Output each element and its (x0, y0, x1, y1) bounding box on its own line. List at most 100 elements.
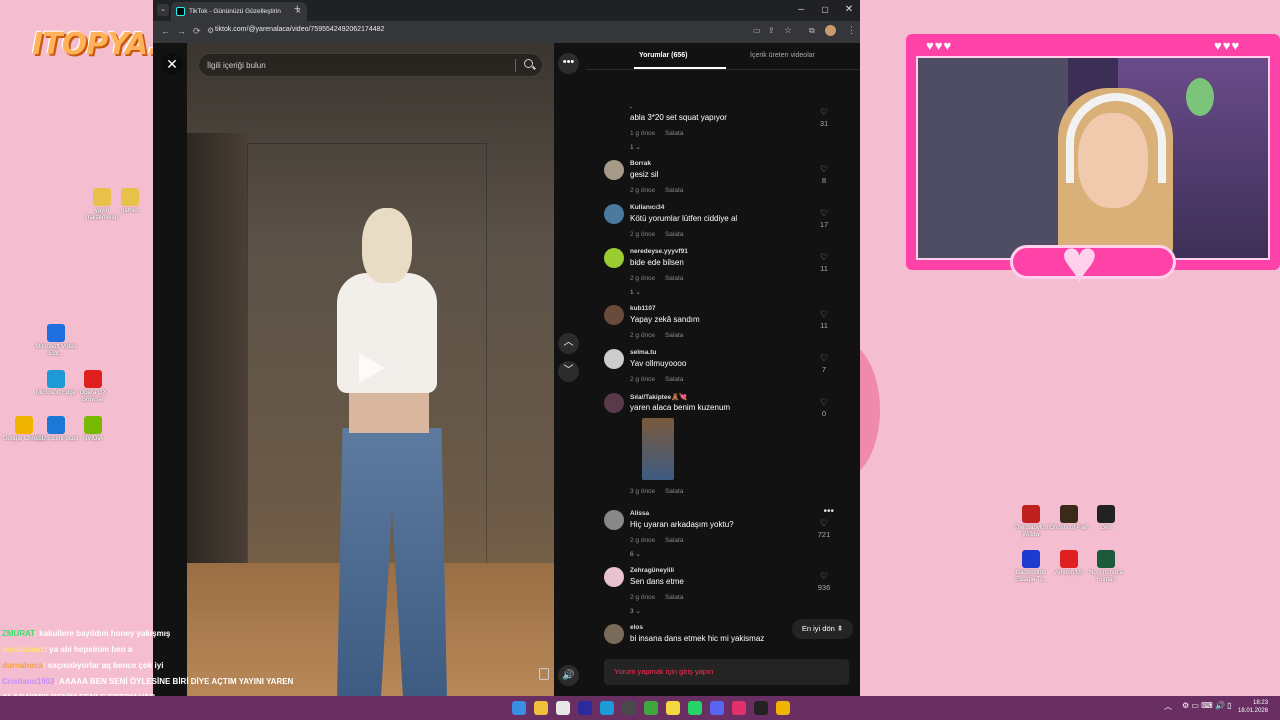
comment-author[interactable]: Alissa (630, 510, 649, 517)
tab-search-button[interactable]: ⌄ (157, 4, 169, 16)
comment-avatar[interactable] (604, 567, 624, 587)
like-heart-icon[interactable]: ♡ (816, 353, 832, 364)
comment-author[interactable]: Kullanıcı34 (630, 204, 664, 211)
webcam-alien-figure (1186, 78, 1214, 116)
like-heart-icon[interactable]: ♡ (816, 309, 832, 320)
taskbar-app-icon[interactable] (534, 701, 548, 715)
reply-button[interactable]: Salata (665, 332, 683, 339)
search-icon[interactable] (524, 59, 533, 68)
desktop-icon[interactable]: Opera GX Browser (69, 370, 117, 404)
play-icon[interactable] (359, 353, 385, 383)
taskbar-app-icon[interactable] (710, 701, 724, 715)
taskbar-app-icon[interactable] (622, 701, 636, 715)
comment-author[interactable]: elos (630, 624, 643, 631)
view-replies-button[interactable]: 3 ⌄ (630, 607, 641, 615)
share-icon[interactable]: ⇪ (768, 26, 775, 35)
comment-more-icon[interactable]: ••• (823, 506, 834, 517)
taskbar-app-icon[interactable] (666, 701, 680, 715)
like-heart-icon[interactable]: ♡ (816, 107, 832, 118)
like-heart-icon[interactable]: ♡ (816, 571, 832, 582)
reply-button[interactable]: Salata (665, 275, 683, 282)
comment-author[interactable]: . (630, 103, 632, 110)
view-replies-button[interactable]: 6 ⌄ (630, 550, 641, 558)
comment-avatar[interactable] (604, 160, 624, 180)
taskbar-app-icon[interactable] (556, 701, 570, 715)
like-heart-icon[interactable]: ♡ (816, 208, 832, 219)
taskbar-clock[interactable]: 18:23 18.01.2026 (1238, 699, 1268, 715)
comment-image-thumbnail[interactable] (642, 418, 674, 480)
comment-avatar[interactable] (604, 305, 624, 325)
volume-button[interactable]: 🔊 (558, 665, 579, 686)
comment-avatar[interactable] (604, 393, 624, 413)
bookmark-star-icon[interactable]: ☆ (784, 25, 792, 36)
like-heart-icon[interactable]: ♡ (816, 252, 832, 263)
like-heart-icon[interactable]: ♡ (816, 397, 832, 408)
comment-author[interactable]: Zehragüneylili (630, 567, 674, 574)
close-video-button[interactable]: ✕ (161, 53, 183, 75)
comment-author[interactable]: kub1107 (630, 305, 656, 312)
comment-author[interactable]: selma.tu (630, 349, 656, 356)
like-heart-icon[interactable]: ♡ (816, 518, 832, 529)
back-icon[interactable]: ← (161, 26, 170, 36)
cast-icon[interactable]: ▭ (753, 26, 761, 35)
clock-time: 18:23 (1253, 700, 1269, 706)
comment-avatar[interactable] (604, 624, 624, 644)
comment-avatar[interactable] (604, 349, 624, 369)
comment-author[interactable]: Borrak (630, 160, 651, 167)
url-field[interactable]: tiktok.com/@yarenalaca/video/75955424920… (215, 26, 384, 33)
taskbar-app-icon[interactable] (644, 701, 658, 715)
extensions-icon[interactable]: ⧉ (809, 26, 815, 36)
comment-avatar[interactable] (604, 103, 624, 123)
best-return-button[interactable]: En iyi dön ⇞ (792, 619, 853, 639)
more-options-button[interactable]: ••• (558, 53, 579, 74)
reply-button[interactable]: Salata (665, 130, 683, 137)
site-info-icon[interactable]: ⚙ (207, 26, 214, 35)
previous-video-button[interactable]: ︿ (558, 333, 579, 354)
browser-tab[interactable]: TikTok - Gününüzü Güzelleştirin × (171, 2, 307, 21)
tray-icons[interactable]: ⚙ ▭ ⌨ 🔊 ▯ (1182, 701, 1232, 710)
comment-author[interactable]: neredeyse.yyyvf91 (630, 248, 688, 255)
taskbar-app-icon[interactable] (754, 701, 768, 715)
maximize-button[interactable]: ▢ (817, 3, 833, 17)
comment-login-prompt[interactable]: Yorum yapmak için giriş yapın (604, 659, 849, 685)
video-player[interactable] (187, 43, 554, 696)
view-replies-button[interactable]: 1 ⌄ (630, 143, 641, 151)
comment-avatar[interactable] (604, 204, 624, 224)
tab-comments[interactable]: Yorumlar (656) (639, 52, 688, 59)
desktop-icon[interactable]: Gen (1082, 505, 1130, 532)
reply-button[interactable]: Salata (665, 187, 683, 194)
minimize-button[interactable]: – (793, 3, 809, 17)
taskbar-app-icon[interactable] (688, 701, 702, 715)
desktop-icon-label: Opera GX Browser (79, 390, 107, 403)
reply-button[interactable]: Salata (665, 537, 683, 544)
forward-icon[interactable]: → (177, 26, 186, 36)
view-replies-button[interactable]: 1 ⌄ (630, 288, 641, 296)
reply-button[interactable]: Salata (665, 488, 683, 495)
window-close-button[interactable]: ✕ (841, 3, 857, 17)
taskbar-app-icon[interactable] (600, 701, 614, 715)
comment-avatar[interactable] (604, 510, 624, 530)
desktop-icon[interactable]: Microsoft Video Edit... (32, 324, 80, 358)
taskbar-app-icon[interactable] (512, 701, 526, 715)
tab-creator-videos[interactable]: İçerik üreten videolar (750, 52, 815, 59)
desktop-icon[interactable]: games (106, 188, 154, 215)
reload-icon[interactable]: ⟳ (193, 26, 201, 37)
desktop-icon[interactable]: No, I'm not a Human (1082, 550, 1130, 584)
reply-button[interactable]: Salata (665, 231, 683, 238)
desktop-icon[interactable]: NVIDIA (69, 416, 117, 443)
tray-chevron-icon[interactable]: ︿ (1164, 701, 1172, 712)
taskbar-app-icon[interactable] (776, 701, 790, 715)
new-tab-button[interactable]: + (294, 3, 300, 15)
next-video-button[interactable]: ﹀ (558, 361, 579, 382)
profile-avatar[interactable] (825, 25, 836, 36)
comment-author[interactable]: Sıla//Takiptee🧸💘 (630, 393, 687, 401)
reply-button[interactable]: Salata (665, 594, 683, 601)
taskbar-app-icon[interactable] (578, 701, 592, 715)
browser-menu-icon[interactable]: ⋮ (847, 25, 856, 36)
comment-avatar[interactable] (604, 248, 624, 268)
like-heart-icon[interactable]: ♡ (816, 164, 832, 175)
captions-icon[interactable] (539, 668, 549, 680)
taskbar-app-icon[interactable] (732, 701, 746, 715)
reply-button[interactable]: Salata (665, 376, 683, 383)
related-search-input[interactable] (207, 58, 507, 73)
